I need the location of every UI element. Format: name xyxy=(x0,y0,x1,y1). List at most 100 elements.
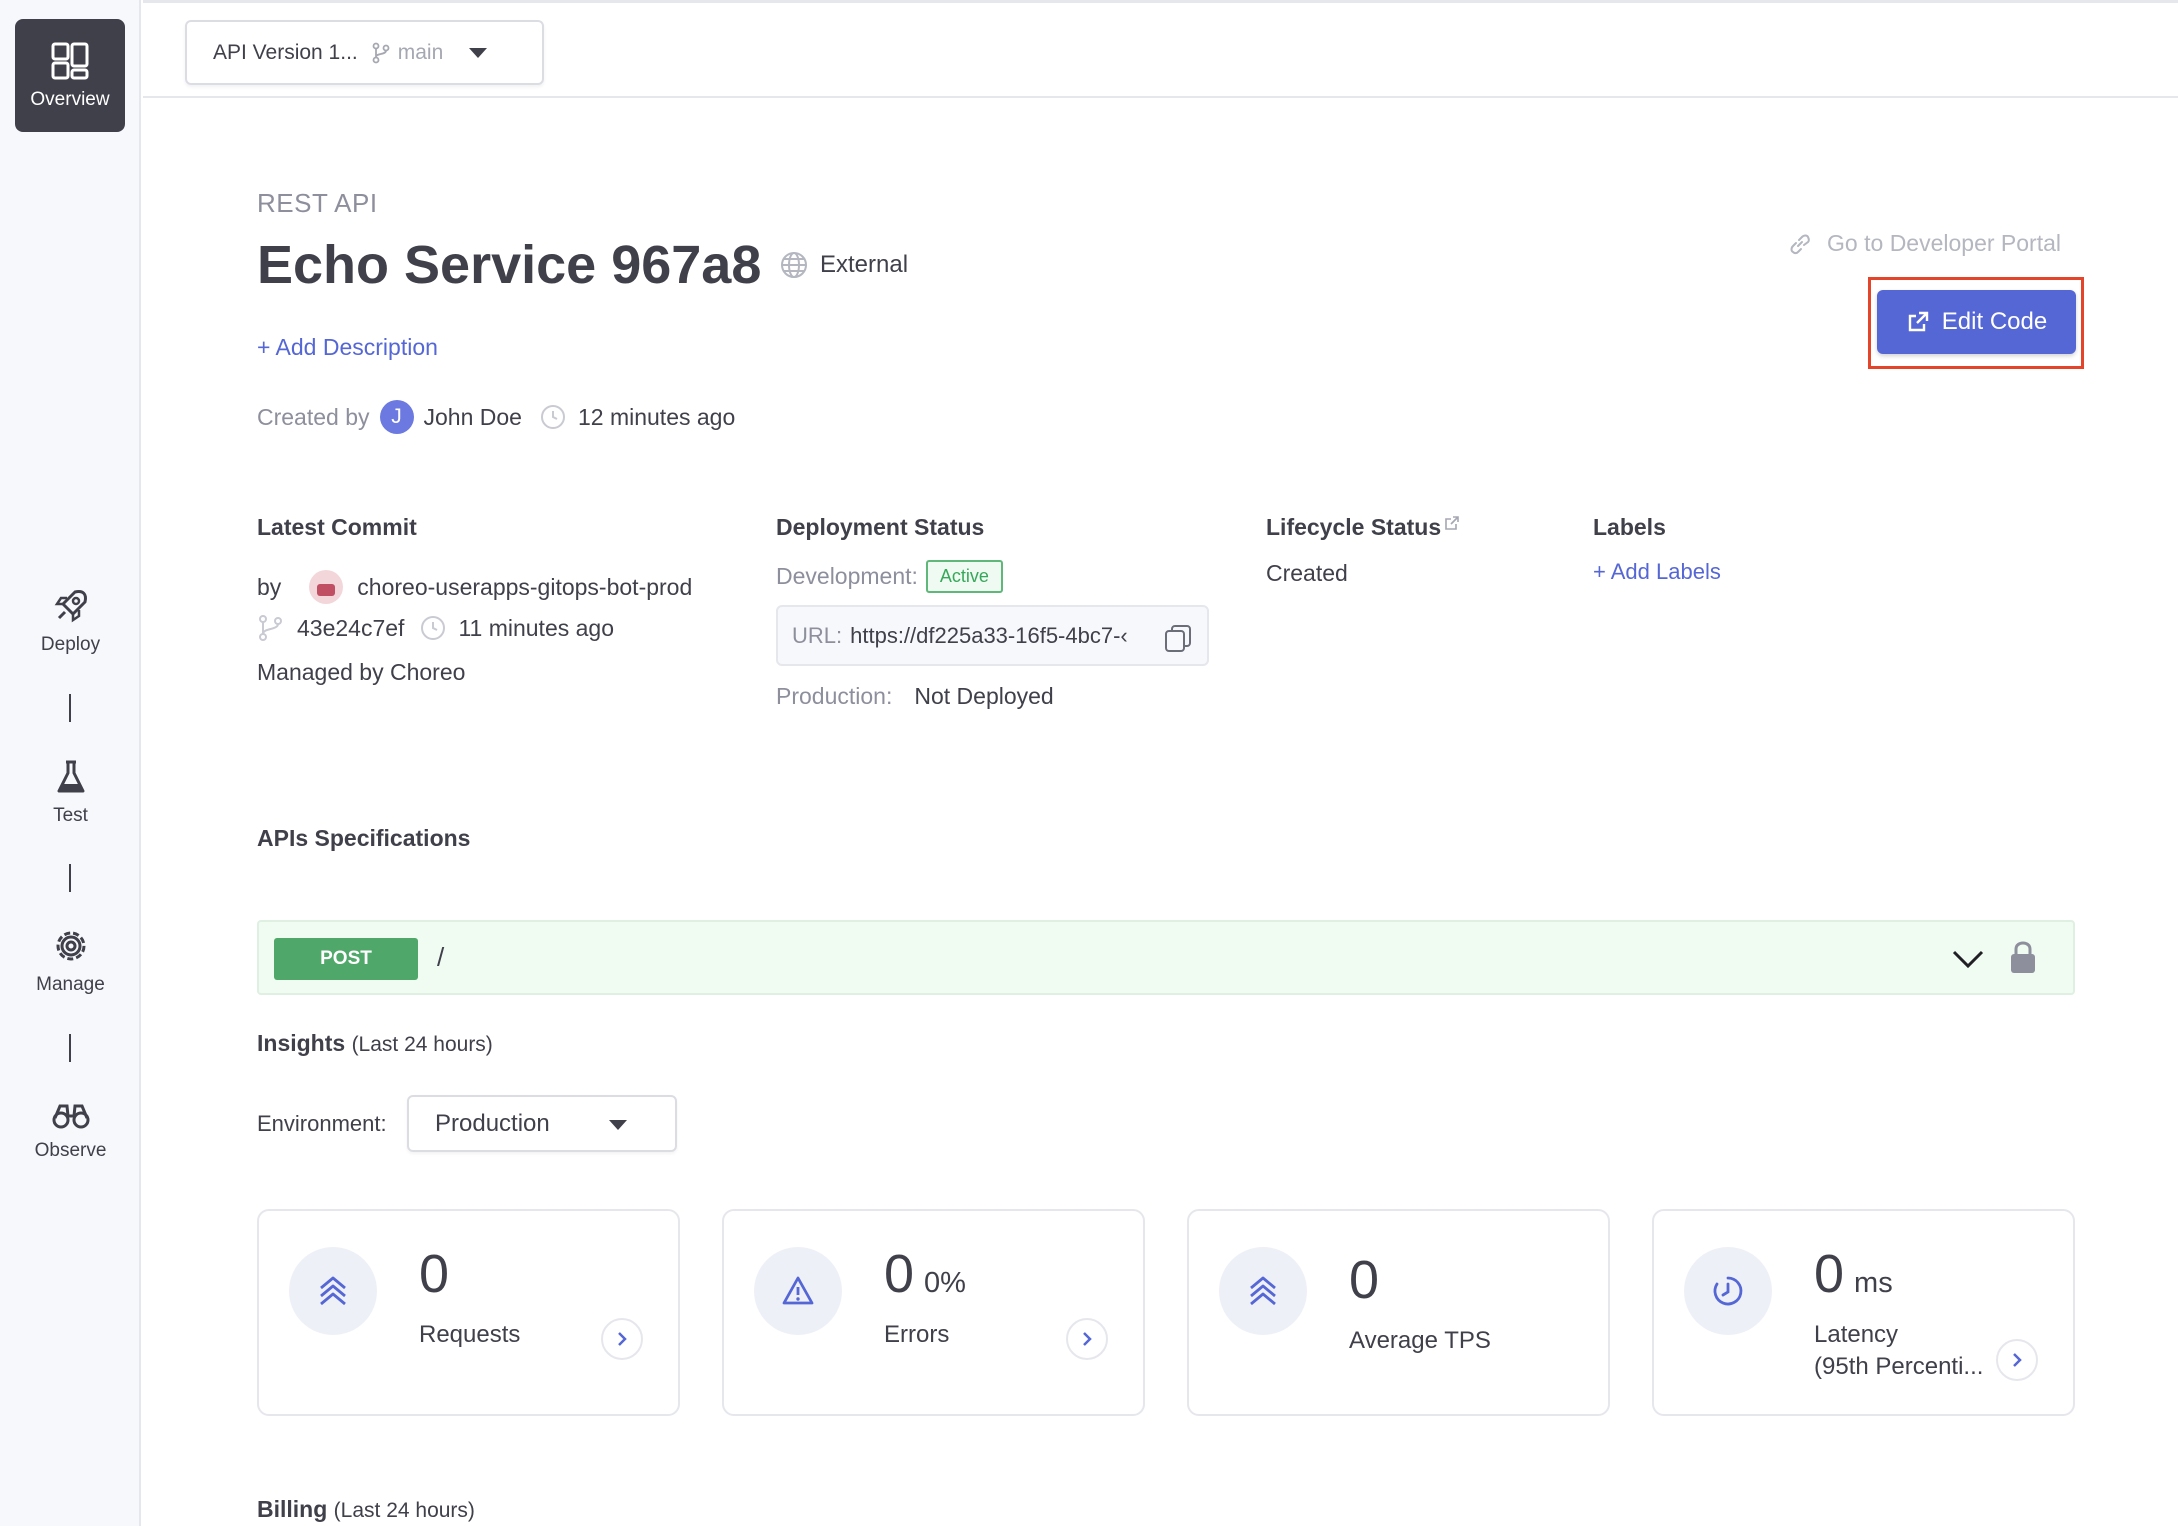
clock-icon xyxy=(540,405,565,429)
sidebar-separator xyxy=(69,1034,71,1062)
sidebar-item-manage[interactable]: Manage xyxy=(0,926,141,996)
environment-label: Environment: xyxy=(257,1111,387,1136)
latency-icon-wrap xyxy=(1684,1247,1772,1335)
api-resource-row[interactable]: POST / xyxy=(257,920,2075,995)
endpoint-url-box: URL: https://df225a33-16f5-4bc7-‹ xyxy=(776,605,1209,666)
sidebar-item-overview[interactable]: Overview xyxy=(15,19,125,132)
sidebar-separator xyxy=(69,864,71,892)
copy-icon[interactable] xyxy=(1163,623,1193,653)
sidebar-item-label: Manage xyxy=(36,974,105,995)
created-by-label: Created by xyxy=(257,403,370,430)
insights-title: Insights (Last 24 hours) xyxy=(257,1030,493,1057)
billing-title: Billing (Last 24 hours) xyxy=(257,1496,475,1523)
latency-label: Latency (95th Percenti... xyxy=(1814,1319,1983,1383)
production-status-row: Production: Not Deployed xyxy=(776,683,1054,710)
requests-label: Requests xyxy=(419,1321,521,1348)
api-type: REST API xyxy=(257,188,378,218)
average-tps-card: 0 Average TPS xyxy=(1187,1209,1610,1416)
rocket-icon xyxy=(54,590,87,623)
latency-value: 0 xyxy=(1814,1244,1845,1304)
created-time: 12 minutes ago xyxy=(577,403,736,430)
environment-value: Production xyxy=(435,1109,550,1137)
lifecycle-status-title: Lifecycle Status xyxy=(1266,514,1461,541)
developer-portal-label: Go to Developer Portal xyxy=(1827,230,2061,256)
lock-icon[interactable] xyxy=(2009,939,2037,975)
requests-details-button[interactable] xyxy=(601,1318,643,1360)
resource-path: / xyxy=(437,942,445,972)
avatar: J xyxy=(379,400,414,434)
environment-select[interactable]: Production xyxy=(407,1095,677,1152)
sidebar-item-deploy[interactable]: Deploy xyxy=(0,586,141,656)
errors-details-button[interactable] xyxy=(1066,1318,1108,1360)
branch-icon xyxy=(372,42,390,63)
chevron-down-icon[interactable] xyxy=(1951,949,1985,969)
external-link-icon[interactable] xyxy=(1443,514,1461,532)
branch-indicator: main xyxy=(372,40,444,65)
requests-card: 0 Requests xyxy=(257,1209,680,1416)
sidebar-item-label: Deploy xyxy=(40,634,101,655)
requests-icon xyxy=(320,1276,346,1306)
sidebar-item-observe[interactable]: Observe xyxy=(0,1100,141,1162)
edit-code-label: Edit Code xyxy=(1941,308,2048,335)
production-status: Not Deployed xyxy=(914,683,1054,709)
chevron-right-icon xyxy=(618,1332,627,1346)
page-title: Echo Service 967a8 xyxy=(257,235,762,295)
add-description-link[interactable]: + Add Description xyxy=(257,334,438,361)
commit-meta-row: 43e24c7ef 11 minutes ago xyxy=(257,614,614,642)
branch-name: main xyxy=(397,40,444,64)
latency-card: 0 ms Latency (95th Percenti... xyxy=(1652,1209,2075,1416)
errors-percentage: 0% xyxy=(924,1267,966,1299)
latest-commit-title: Latest Commit xyxy=(257,514,417,540)
link-icon xyxy=(1790,234,1810,254)
latency-details-button[interactable] xyxy=(1996,1339,2038,1381)
sidebar-separator xyxy=(69,694,71,722)
sidebar: Overview Deploy Test Manage Observe xyxy=(0,0,141,1526)
development-label: Development: xyxy=(776,563,918,589)
errors-icon-wrap xyxy=(754,1247,842,1335)
chevron-right-icon xyxy=(1083,1332,1092,1346)
tps-label: Average TPS xyxy=(1349,1327,1491,1354)
requests-value: 0 xyxy=(419,1244,450,1304)
billing-label: Billing xyxy=(257,1496,328,1522)
binoculars-icon xyxy=(52,1104,89,1129)
commit-icon xyxy=(259,615,282,641)
latency-label-line2: (95th Percenti... xyxy=(1814,1353,1984,1380)
url-label: URL: xyxy=(792,622,843,648)
latency-label-line1: Latency xyxy=(1814,1321,1899,1348)
commit-by-label: by xyxy=(257,573,282,600)
chevron-down-icon xyxy=(469,47,488,58)
sidebar-item-test[interactable]: Test xyxy=(0,757,141,827)
created-by: Created by J John Doe 12 minutes ago xyxy=(257,400,735,434)
tps-icon-wrap xyxy=(1219,1247,1307,1335)
chevron-down-icon xyxy=(609,1120,627,1130)
author-name: John Doe xyxy=(423,403,522,430)
external-link-icon xyxy=(1908,311,1928,332)
lifecycle-status-value: Created xyxy=(1266,560,1348,586)
lifecycle-status-label: Lifecycle Status xyxy=(1266,514,1442,540)
requests-icon-wrap xyxy=(289,1247,377,1335)
clock-icon xyxy=(421,616,446,640)
latency-icon xyxy=(1713,1276,1743,1306)
insights-period: (Last 24 hours) xyxy=(351,1033,493,1056)
tps-value-row: 0 xyxy=(1349,1249,1379,1311)
errors-value: 0 xyxy=(884,1244,915,1304)
http-method-badge: POST xyxy=(274,938,418,980)
top-bar: API Version 1... main xyxy=(143,0,2178,98)
development-status-row: Development: Active xyxy=(776,560,1003,593)
flask-icon xyxy=(57,760,84,793)
developer-portal-link[interactable]: Go to Developer Portal xyxy=(1787,230,2061,257)
errors-card: 0 0% Errors xyxy=(722,1209,1145,1416)
commit-hash[interactable]: 43e24c7ef xyxy=(297,615,404,642)
visibility-indicator: External xyxy=(780,251,908,279)
add-labels-link[interactable]: + Add Labels xyxy=(1593,559,1721,585)
version-selector[interactable]: API Version 1... main xyxy=(185,20,544,85)
errors-value-row: 0 0% xyxy=(884,1243,966,1305)
edit-code-button[interactable]: Edit Code xyxy=(1877,290,2076,354)
managed-by: Managed by Choreo xyxy=(257,659,466,685)
sidebar-item-label: Test xyxy=(53,805,88,826)
commit-author-row: by choreo-userapps-gitops-bot-prod xyxy=(257,570,692,604)
version-label: API Version 1... xyxy=(213,40,358,64)
overview-icon xyxy=(51,42,89,79)
endpoint-url[interactable]: https://df225a33-16f5-4bc7-‹ xyxy=(850,623,1155,649)
tps-icon xyxy=(1250,1276,1276,1306)
